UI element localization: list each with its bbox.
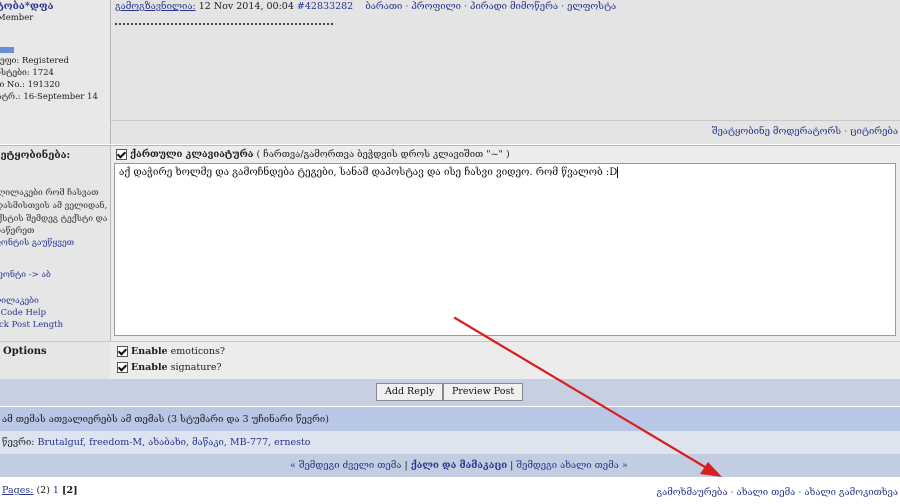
active-users-row: წევრი: Brutalguf, freedom-M, ახაბახი, მა…: [0, 431, 900, 454]
pages-label[interactable]: Pages:: [2, 485, 33, 496]
editor-hint: ტექსტის შემდეგ ტექსტი და: [0, 214, 108, 224]
current-topic-link[interactable]: ქალი და მამაკაცი: [411, 460, 507, 471]
options-sidebar: Options: [0, 342, 110, 380]
bottom-bar: Pages: (2) 1 [2] გამოხმაურება · ახალი თე…: [0, 477, 900, 504]
text-cursor: [617, 167, 619, 178]
active-users-prefix: წევრი:: [2, 437, 38, 448]
preview-post-button[interactable]: Preview Post: [443, 383, 524, 401]
bbcode-help-link[interactable]: BBCode Help: [0, 308, 46, 318]
member-number: წევრი No.: 191320: [0, 80, 61, 90]
font-switch-link[interactable]: ფონტი -> აბ: [0, 270, 51, 280]
option-text: signature?: [167, 362, 222, 373]
options-row: Options Enable emoticons? Enable signatu…: [0, 341, 900, 380]
topic-viewers-row: ამ თემას ათვალიერებს ამ თემას (3 სტუმარი…: [0, 407, 900, 431]
editor-hint: ჩაწერეთ: [0, 226, 35, 236]
post-date: 12 Nov 2014, 00:04: [195, 1, 297, 12]
rank-stars-icon: [0, 47, 14, 53]
divider: [111, 120, 900, 121]
post-author-name[interactable]: ტობა*დფა: [0, 1, 54, 12]
signature-checkbox[interactable]: [117, 362, 128, 373]
editor-hint: დასმისთვის ამ ველიდან,: [0, 201, 108, 211]
keyboard-checkbox[interactable]: [116, 149, 127, 160]
post-footer-actions[interactable]: შეატყობინე მოდერატორს · ციტირება: [712, 126, 898, 137]
option-text: emoticons?: [167, 346, 225, 357]
post-author-actions[interactable]: ბარათი · პროფილი · პირადი მიმოწერა · ელფ…: [365, 1, 616, 12]
topic-navigation-row: « შემდეგი ძველი თემა | ქალი და მამაკაცი …: [0, 454, 900, 477]
post-author-sidebar: ტობა*დფა Member ჯგუფი: Registered პოსტებ…: [0, 0, 111, 144]
member-group: Member: [0, 13, 34, 23]
keyboard-note: ( ჩართვა/გამორთვა ბეჭდვის დროს კლავიშით …: [253, 149, 510, 160]
active-users-list[interactable]: Brutalguf, freedom-M, ახაბახი, მაწაკი, M…: [38, 437, 311, 448]
add-reply-button[interactable]: Add Reply: [376, 383, 444, 401]
post-author-label[interactable]: გამოგზავნილია:: [115, 1, 196, 12]
posts-count: პოსტები: 1724: [0, 68, 54, 78]
submit-buttons-row: Add Reply Preview Post: [0, 379, 900, 406]
options-label: Options: [3, 346, 47, 357]
reply-editor-row: შეტყობინება: ღილაკები რომ ჩასვათ დასმისთ…: [0, 145, 900, 341]
check-post-length-link[interactable]: Check Post Length: [0, 320, 63, 330]
georgian-keyboard-toggle[interactable]: ქართული კლავიატურა ( ჩართვა/გამორთვა ბეჭ…: [116, 149, 510, 160]
topic-viewers-text: ამ თემას ათვალიერებს ამ თემას (3 სტუმარი…: [2, 414, 329, 425]
editor-main: ქართული კლავიატურა ( ჩართვა/გამორთვა ბეჭ…: [111, 146, 900, 341]
enable-emoticons-option[interactable]: Enable emoticons?: [117, 346, 225, 357]
post-body: გამოგზავნილია: 12 Nov 2014, 00:04 #42833…: [111, 0, 900, 144]
current-page: [2]: [62, 485, 78, 496]
topic-navigation: « შემდეგი ძველი თემა | ქალი და მამაკაცი …: [290, 460, 628, 471]
message-textarea[interactable]: აქ დაჭირე ხოლმე და გამოჩნდება ტეგები, სა…: [114, 163, 896, 336]
enable-signature-option[interactable]: Enable signature?: [117, 362, 222, 373]
group-line: ჯგუფი: Registered: [0, 56, 69, 66]
editor-sidebar: შეტყობინება: ღილაკები რომ ჩასვათ დასმისთ…: [0, 146, 111, 341]
next-topic-link[interactable]: შემდეგი ახალი თემა »: [516, 460, 627, 471]
previous-topic-link[interactable]: « შემდეგი ძველი თემა: [290, 460, 401, 471]
post-row: ტობა*დფა Member ჯგუფი: Registered პოსტებ…: [0, 0, 900, 144]
buttons-link[interactable]: ღილაკები: [0, 296, 39, 306]
page-1-link[interactable]: 1: [53, 485, 59, 496]
emoticons-checkbox[interactable]: [117, 346, 128, 357]
editor-hint-link[interactable]: ფონტის გაუწყვეთ: [0, 238, 74, 248]
option-bold: Enable: [131, 346, 168, 357]
joined-date: რეგისტრ.: 16-September 14: [0, 92, 98, 102]
message-text: აქ დაჭირე ხოლმე და გამოჩნდება ტეგები, სა…: [119, 167, 618, 178]
message-label: შეტყობინება:: [0, 150, 71, 161]
post-header: გამოგზავნილია: 12 Nov 2014, 00:04 #42833…: [115, 1, 616, 12]
post-content-dots: [115, 23, 333, 25]
editor-hint: ღილაკები რომ ჩასვათ: [0, 188, 99, 198]
keyboard-label: ქართული კლავიატურა: [130, 149, 254, 160]
active-users: წევრი: Brutalguf, freedom-M, ახაბახი, მა…: [2, 437, 310, 448]
bottom-action-links[interactable]: გამოხმაურება · ახალი თემა · ახალი გამოკი…: [657, 487, 899, 498]
pagination: Pages: (2) 1 [2]: [2, 485, 78, 496]
post-number-link[interactable]: #42833282: [297, 1, 353, 12]
pages-count: (2): [33, 485, 53, 496]
option-bold: Enable: [131, 362, 168, 373]
